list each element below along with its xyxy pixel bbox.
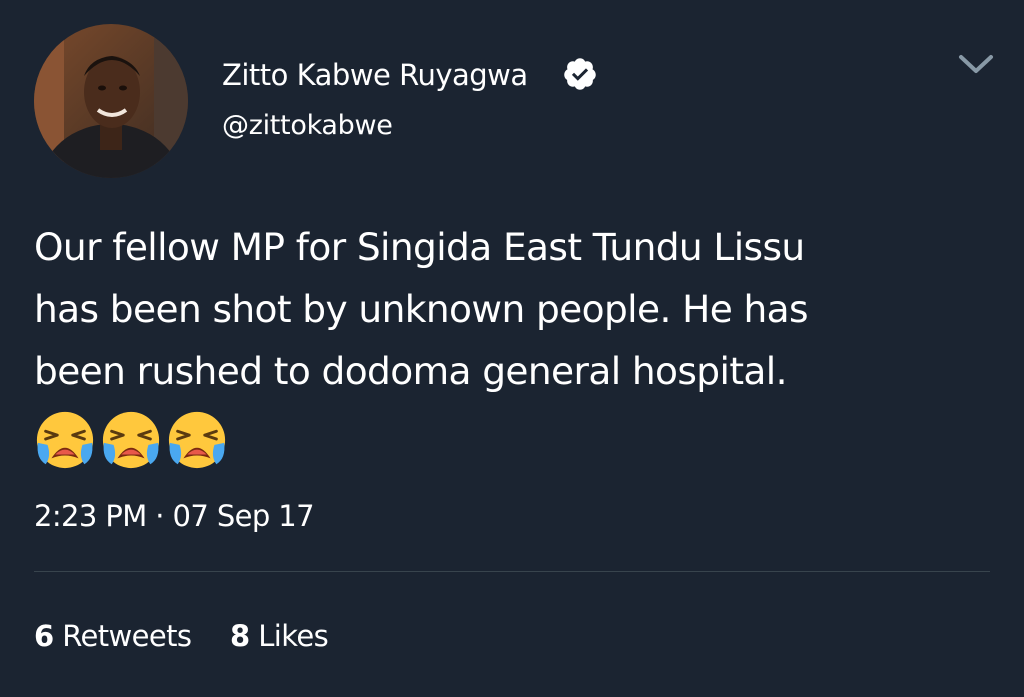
avatar-image — [34, 24, 188, 178]
loudly-crying-face-icon — [168, 411, 226, 469]
divider — [34, 571, 990, 572]
likes-stat[interactable]: 8 Likes — [230, 616, 329, 656]
tweet-text-line: Our fellow MP for Singida East Tundu Lis… — [34, 225, 805, 269]
chevron-down-icon[interactable] — [955, 48, 997, 82]
likes-count: 8 — [230, 619, 250, 653]
tweet-timestamp[interactable]: 2:23 PM · 07 Sep 17 — [34, 496, 315, 536]
loudly-crying-face-icon — [102, 411, 160, 469]
avatar[interactable] — [34, 24, 188, 178]
user-handle[interactable]: @zittokabwe — [222, 108, 393, 144]
retweets-count: 6 — [34, 619, 54, 653]
verified-badge-icon — [564, 58, 596, 90]
likes-label: Likes — [258, 619, 329, 653]
retweets-label: Retweets — [62, 619, 192, 653]
loudly-crying-face-icon — [36, 411, 94, 469]
tweet-text: Our fellow MP for Singida East Tundu Lis… — [34, 216, 994, 402]
emoji-row — [34, 408, 228, 472]
retweets-stat[interactable]: 6 Retweets — [34, 616, 192, 656]
display-name[interactable]: Zitto Kabwe Ruyagwa — [222, 56, 528, 94]
tweet-stats: 6 Retweets 8 Likes — [34, 616, 329, 656]
tweet-text-line: been rushed to dodoma general hospital. — [34, 349, 788, 393]
tweet-text-line: has been shot by unknown people. He has — [34, 287, 809, 331]
